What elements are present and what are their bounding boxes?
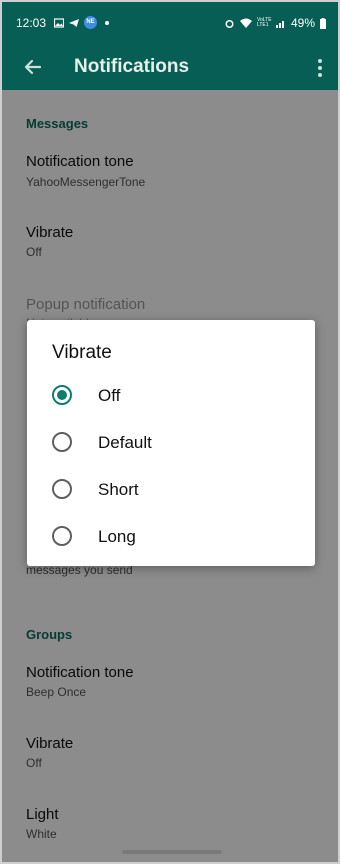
option-label: Default xyxy=(98,433,152,452)
battery-percent: 49% xyxy=(290,16,315,30)
radio-option-short[interactable]: Short xyxy=(27,467,315,511)
radio-button[interactable] xyxy=(52,479,72,499)
status-right-icons: VoLTE LTE1 49% xyxy=(224,16,326,30)
network-label: VoLTE LTE1 xyxy=(256,17,272,28)
option-label: Short xyxy=(98,480,139,499)
option-label: Off xyxy=(98,386,121,405)
dot-icon xyxy=(105,20,109,25)
wifi-icon xyxy=(239,18,252,28)
radio-option-off[interactable]: Off xyxy=(27,373,315,417)
back-arrow-icon[interactable] xyxy=(20,54,46,80)
telegram-icon xyxy=(69,18,79,27)
radio-button-checked[interactable] xyxy=(52,385,72,405)
radio-button[interactable] xyxy=(52,432,72,452)
radio-button[interactable] xyxy=(52,526,72,546)
radio-option-default[interactable]: Default xyxy=(27,420,315,464)
battery-icon xyxy=(320,17,326,29)
notification-badge: NE xyxy=(84,16,97,29)
app-bar: Notifications xyxy=(2,46,338,90)
more-options-icon[interactable] xyxy=(314,55,326,81)
status-time: 12:03 xyxy=(16,16,47,30)
page-title: Notifications xyxy=(74,56,190,77)
home-indicator[interactable] xyxy=(122,850,222,854)
option-label: Long xyxy=(98,527,136,546)
alarm-icon xyxy=(225,19,234,28)
vibrate-dialog: Vibrate Off Default Short Long xyxy=(27,320,315,566)
dialog-title: Vibrate xyxy=(52,342,112,363)
status-left-icons: NE xyxy=(54,16,109,29)
signal-icon xyxy=(275,21,284,28)
phone-screen: 12:03 NE VoLTE LTE1 49% Notifications Me… xyxy=(0,0,340,864)
status-bar: 12:03 NE VoLTE LTE1 49% xyxy=(2,2,338,46)
gallery-icon xyxy=(54,17,64,28)
radio-option-long[interactable]: Long xyxy=(27,514,315,558)
